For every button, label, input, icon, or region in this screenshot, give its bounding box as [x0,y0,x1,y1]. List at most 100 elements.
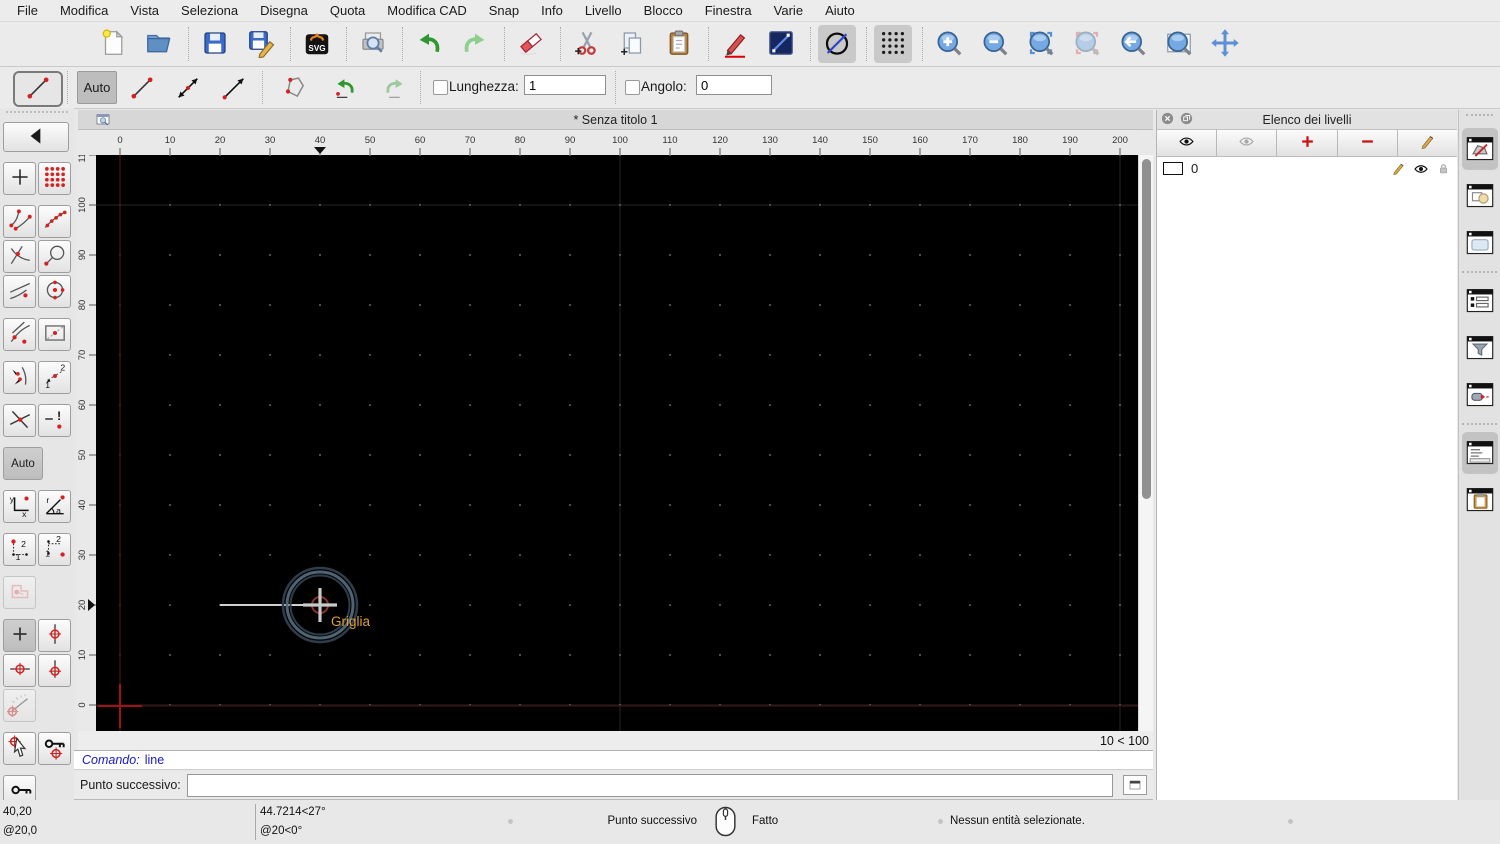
snap-intersection-button[interactable] [3,240,36,273]
restrict-vertical-button[interactable] [38,619,71,652]
menu-modifica[interactable]: Modifica [49,0,119,22]
line-mode-line-arrow-button[interactable] [214,71,254,104]
line-mode-line-red-button[interactable] [122,71,162,104]
redo-segment-button[interactable] [375,71,415,104]
undo-button[interactable] [410,25,448,63]
menu-varie[interactable]: Varie [763,0,814,22]
menu-blocco[interactable]: Blocco [633,0,694,22]
snap-grid-button[interactable] [38,162,71,195]
snap-auto-button[interactable]: Auto [3,447,43,480]
new-document-button[interactable] [94,25,132,63]
pick-coordinate-button[interactable] [3,732,36,765]
layer-toolbar-eye-open-button[interactable] [1157,130,1218,156]
menu-quota[interactable]: Quota [319,0,376,22]
layer-toolbar-add-plus-button[interactable] [1277,130,1338,156]
lock-relative-zero-button[interactable] [38,732,71,765]
snap-auto-dist-button[interactable] [3,361,36,394]
snap-dist-12-button[interactable]: 12 [38,361,71,394]
length-input[interactable] [524,75,606,95]
layer-toolbar-remove-minus-button[interactable] [1338,130,1398,156]
polyline-close-button[interactable] [275,71,315,104]
eraser-button[interactable] [512,25,550,63]
snap-center-button[interactable] [38,275,71,308]
snap-on-entity-button[interactable] [38,205,71,238]
snap-middle-button[interactable] [38,318,71,351]
zoom-auto-button[interactable] [1022,25,1060,63]
length-checkbox[interactable] [433,80,448,95]
coord-cartesian-button[interactable]: yx [3,490,36,523]
vertical-scrollbar[interactable] [1138,155,1153,731]
dock-library-tab-button[interactable] [1462,222,1498,264]
line-mode-line-two-arrows-button[interactable] [168,71,208,104]
angle-input[interactable] [696,75,772,95]
coord-polar-button[interactable]: ra [38,490,71,523]
snap-free-button[interactable] [3,162,36,195]
restrict-orthogonal-button[interactable] [38,654,71,687]
back-button[interactable] [3,122,69,152]
zoom-pan-button[interactable] [1206,25,1244,63]
line-attributes-button[interactable] [762,25,800,63]
scrollbar-thumb[interactable] [1142,159,1151,499]
dock-pen-tab-button[interactable] [1462,374,1498,416]
angle-checkbox[interactable] [625,80,640,95]
dock-clipboard-tab-button[interactable] [1462,479,1498,521]
rel-coords-12-button[interactable]: 12 [3,533,36,566]
layer-visibility-eye-icon[interactable] [1413,161,1429,177]
layer-lock-icon[interactable] [1436,161,1451,176]
menu-vista[interactable]: Vista [119,0,170,22]
current-tool-button[interactable] [13,71,63,107]
pen-edit-button[interactable] [716,25,754,63]
open-file-button[interactable] [140,25,178,63]
auto-mode-button[interactable]: Auto [77,71,117,104]
dock-filter-tab-button[interactable] [1462,327,1498,369]
close-panel-icon[interactable] [1160,111,1175,129]
snap-nearest-button[interactable] [3,275,36,308]
menu-snap[interactable]: Snap [478,0,530,22]
copy-button[interactable] [614,25,652,63]
command-input[interactable] [186,773,1113,797]
zoom-previous-button[interactable] [1068,25,1106,63]
svg-export-button[interactable]: SVG [298,25,336,63]
layer-toolbar-eye-closed-button[interactable] [1217,130,1278,156]
drawing-canvas[interactable]: Griglia [96,155,1138,731]
menu-file[interactable]: File [6,0,49,22]
snap-cross-manual-button[interactable]: ! [38,404,71,437]
zoom-back-button[interactable] [1114,25,1152,63]
menu-info[interactable]: Info [530,0,574,22]
float-panel-icon[interactable] [1179,111,1194,129]
menu-disegna[interactable]: Disegna [249,0,319,22]
restrict-horizontal-button[interactable] [3,654,36,687]
paste-button[interactable] [660,25,698,63]
snap-endpoints-button[interactable] [3,205,36,238]
layer-row[interactable]: 0 [1157,157,1457,180]
menu-livello[interactable]: Livello [574,0,633,22]
restrict-nothing-button[interactable] [3,619,36,652]
save-button[interactable] [196,25,234,63]
dock-blocks-tab-button[interactable] [1462,175,1498,217]
angle-gauge-button[interactable] [3,689,36,722]
command-keyboard-button[interactable] [1123,775,1147,795]
snap-cross-button[interactable] [3,404,36,437]
menu-aiuto[interactable]: Aiuto [814,0,866,22]
snap-circle-button[interactable] [38,240,71,273]
layer-toolbar-edit-pencil-button[interactable] [1398,130,1457,156]
print-preview-button[interactable] [354,25,392,63]
grid-toggle-button[interactable] [874,25,912,63]
snap-tangent-button[interactable] [3,318,36,351]
rel-coords-21-button[interactable]: 12 [38,533,71,566]
ortho-button[interactable] [3,576,36,609]
dock-command-tab-button[interactable] [1461,432,1498,474]
undo-segment-button[interactable] [325,71,365,104]
menu-modifica-cad[interactable]: Modifica CAD [376,0,477,22]
zoom-in-button[interactable] [930,25,968,63]
zoom-window-button[interactable] [1160,25,1198,63]
circle-attributes-button[interactable] [818,25,856,63]
menu-seleziona[interactable]: Seleziona [170,0,249,22]
layer-edit-pencil-icon[interactable] [1391,161,1406,176]
cut-button[interactable] [568,25,606,63]
dock-entities-tab-button[interactable] [1462,280,1498,322]
save-as-button[interactable] [242,25,280,63]
redo-button[interactable] [456,25,494,63]
zoom-out-button[interactable] [976,25,1014,63]
menu-finestra[interactable]: Finestra [694,0,763,22]
